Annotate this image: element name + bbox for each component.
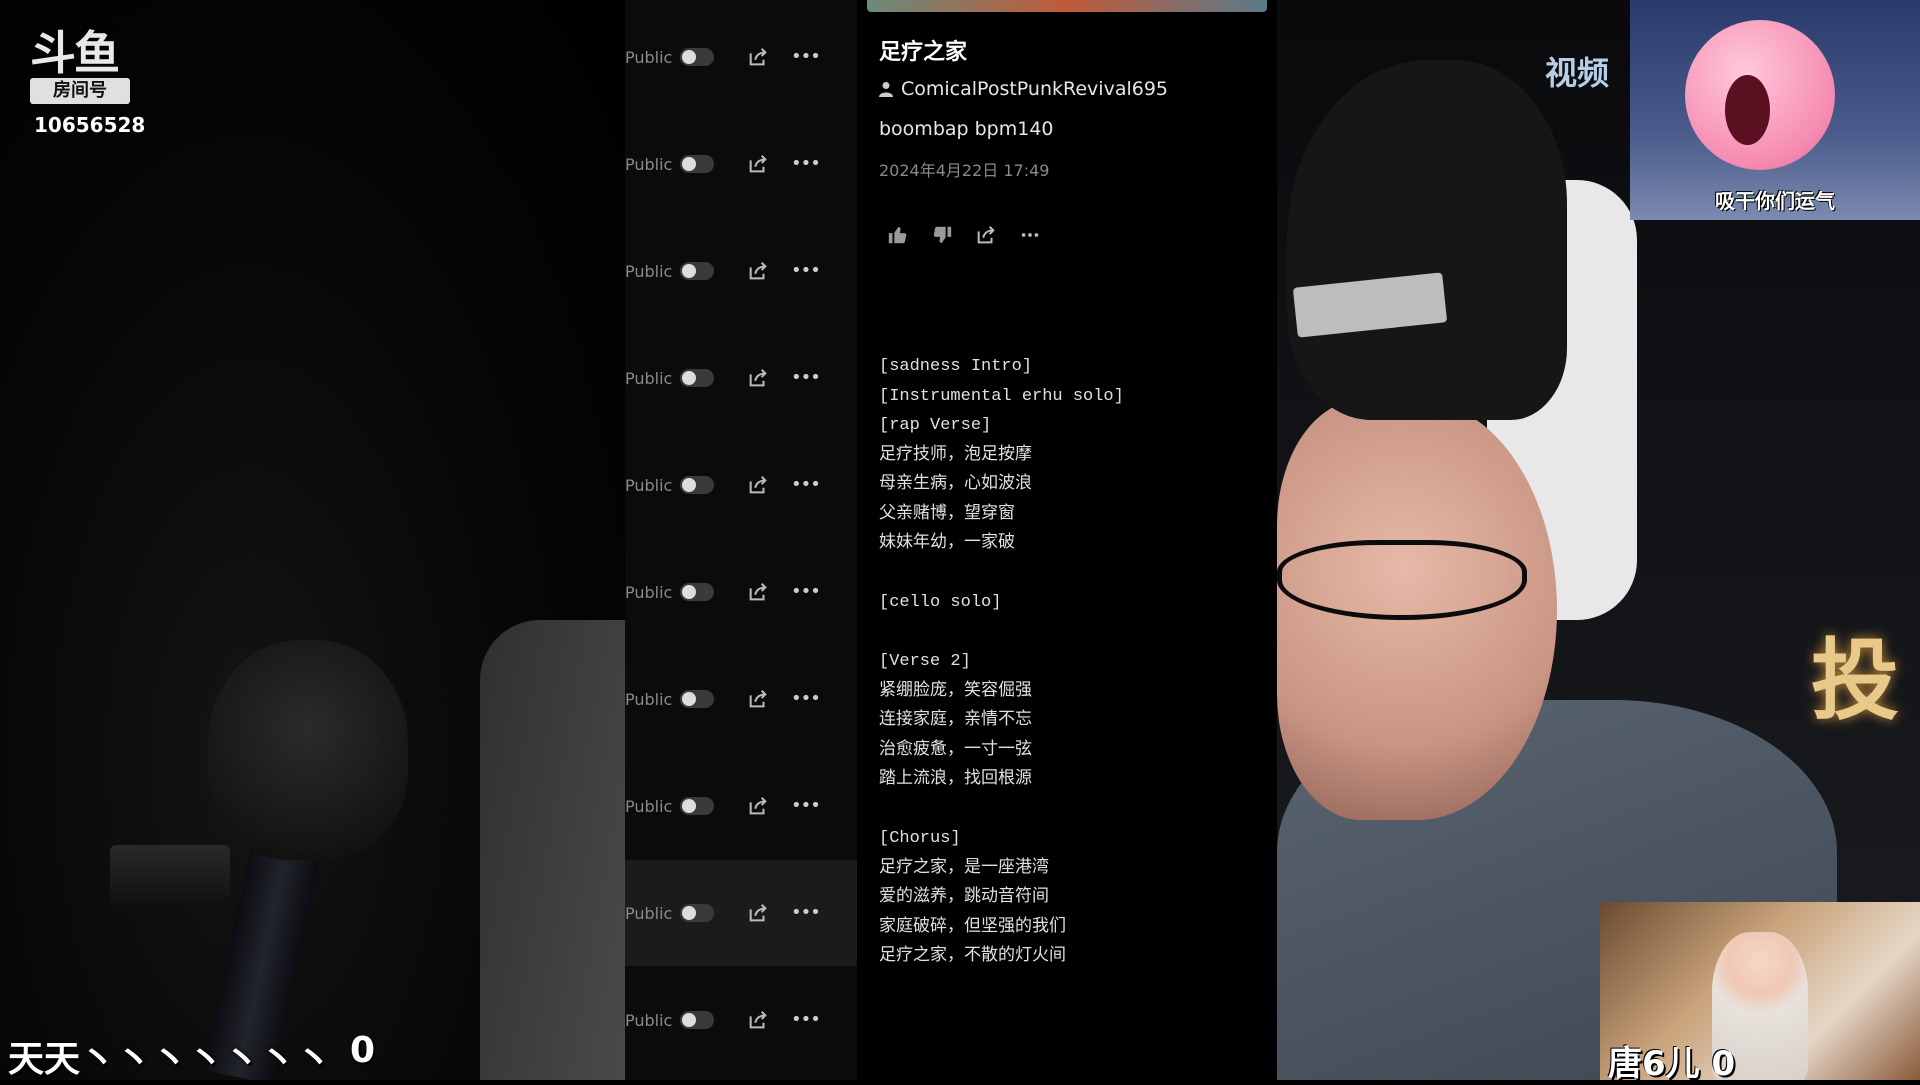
share-icon[interactable] <box>747 474 769 496</box>
microphone-head <box>208 640 408 860</box>
song-list-row[interactable]: Public ••• <box>625 111 857 217</box>
song-detail-panel: 足疗之家 ComicalPostPunkRevival695 boombap b… <box>857 0 1277 1080</box>
more-icon[interactable] <box>1019 224 1041 246</box>
more-icon[interactable]: ••• <box>791 1009 821 1031</box>
share-icon[interactable] <box>747 902 769 924</box>
microphone-clamp <box>110 845 230 905</box>
song-list-row[interactable]: Public ••• <box>625 753 857 859</box>
streamer-glasses <box>1277 540 1527 620</box>
pip-streamer-name: 唐6儿 <box>1608 1044 1700 1084</box>
public-toggle[interactable] <box>680 369 714 387</box>
public-toggle[interactable] <box>680 48 714 66</box>
visibility-label: Public <box>625 261 673 281</box>
visibility-label: Public <box>625 582 673 602</box>
more-icon[interactable]: ••• <box>791 688 821 710</box>
left-webcam-feed <box>0 0 625 1080</box>
more-icon[interactable]: ••• <box>791 153 821 175</box>
public-toggle[interactable] <box>680 1011 714 1029</box>
sticker-caption: 吸干你们运气 <box>1715 189 1835 213</box>
share-icon[interactable] <box>975 224 997 246</box>
song-list-row[interactable]: Public ••• <box>625 967 857 1073</box>
public-toggle[interactable] <box>680 262 714 280</box>
song-list-row[interactable]: Public ••• <box>625 646 857 752</box>
thumbs-down-icon[interactable] <box>931 224 953 246</box>
created-date: 2024年4月22日 17:49 <box>879 161 1050 180</box>
visibility-label: Public <box>625 1010 673 1030</box>
share-icon[interactable] <box>747 367 769 389</box>
toggle-knob <box>682 1013 696 1027</box>
share-icon[interactable] <box>747 688 769 710</box>
share-icon[interactable] <box>747 46 769 68</box>
toggle-knob <box>682 799 696 813</box>
public-toggle[interactable] <box>680 904 714 922</box>
public-toggle[interactable] <box>680 583 714 601</box>
room-badge: 房间号 <box>30 78 130 104</box>
visibility-label: Public <box>625 796 673 816</box>
more-icon[interactable]: ••• <box>791 474 821 496</box>
thumbs-up-icon[interactable] <box>887 224 909 246</box>
pip-streamer-label: 唐6儿 0 <box>1608 1036 1735 1085</box>
user-icon <box>879 82 893 97</box>
toggle-knob <box>682 692 696 706</box>
share-icon[interactable] <box>747 153 769 175</box>
more-icon[interactable]: ••• <box>791 260 821 282</box>
public-toggle[interactable] <box>680 797 714 815</box>
more-icon[interactable]: ••• <box>791 367 821 389</box>
toggle-knob <box>682 264 696 278</box>
room-number: 10656528 <box>34 113 146 137</box>
song-actions <box>887 224 1041 246</box>
visibility-label: Public <box>625 368 673 388</box>
public-toggle[interactable] <box>680 690 714 708</box>
cover-art-strip[interactable] <box>867 0 1267 12</box>
toggle-knob <box>682 906 696 920</box>
share-icon[interactable] <box>747 260 769 282</box>
song-list-row[interactable]: Public ••• <box>625 432 857 538</box>
kirby-sticker: 吸干你们运气 <box>1630 0 1920 220</box>
song-list-row[interactable]: Public ••• <box>625 325 857 431</box>
visibility-label: Public <box>625 154 673 174</box>
more-icon[interactable]: ••• <box>791 581 821 603</box>
toggle-knob <box>682 585 696 599</box>
share-icon[interactable] <box>747 1009 769 1031</box>
visibility-label: Public <box>625 689 673 709</box>
song-title: 足疗之家 <box>879 40 968 65</box>
more-icon[interactable]: ••• <box>791 902 821 924</box>
toggle-knob <box>682 371 696 385</box>
public-toggle[interactable] <box>680 476 714 494</box>
song-list-row[interactable]: Public ••• <box>625 4 857 110</box>
visibility-label: Public <box>625 475 673 495</box>
visibility-label: Public <box>625 903 673 923</box>
more-icon[interactable]: ••• <box>791 46 821 68</box>
video-label-partial: 视频 <box>1545 54 1610 92</box>
author-name: ComicalPostPunkRevival695 <box>901 78 1169 100</box>
vote-overlay-glyph: 投 <box>1811 629 1900 732</box>
toggle-knob <box>682 478 696 492</box>
douyu-logo-mark: 斗鱼 <box>30 26 120 80</box>
share-icon[interactable] <box>747 795 769 817</box>
style-tags: boombap bpm140 <box>879 118 1054 140</box>
song-list-row[interactable]: Public ••• <box>625 539 857 645</box>
public-toggle[interactable] <box>680 155 714 173</box>
toggle-knob <box>682 157 696 171</box>
toggle-knob <box>682 50 696 64</box>
pip-score: 0 <box>1711 1044 1736 1084</box>
song-list-row[interactable]: Public ••• <box>625 860 857 966</box>
author-link[interactable]: ComicalPostPunkRevival695 <box>879 78 1168 100</box>
left-streamer-score: 0 <box>350 1030 376 1071</box>
share-icon[interactable] <box>747 581 769 603</box>
more-icon[interactable]: ••• <box>791 795 821 817</box>
douyu-logo: 斗鱼 房间号 <box>30 30 140 104</box>
left-streamer-label: 天天丶丶丶丶丶丶丶 <box>8 1039 333 1080</box>
sleeve-shape <box>480 620 625 1080</box>
song-list-row[interactable]: Public ••• <box>625 218 857 324</box>
lyrics-text: [sadness Intro] [Instrumental erhu solo]… <box>879 357 1124 966</box>
song-list-column: Public ••• Public ••• Public ••• Public ••• Publ… <box>625 0 857 1080</box>
visibility-label: Public <box>625 47 673 67</box>
kirby-mouth <box>1725 75 1770 145</box>
streamer-beanie <box>1287 60 1567 420</box>
